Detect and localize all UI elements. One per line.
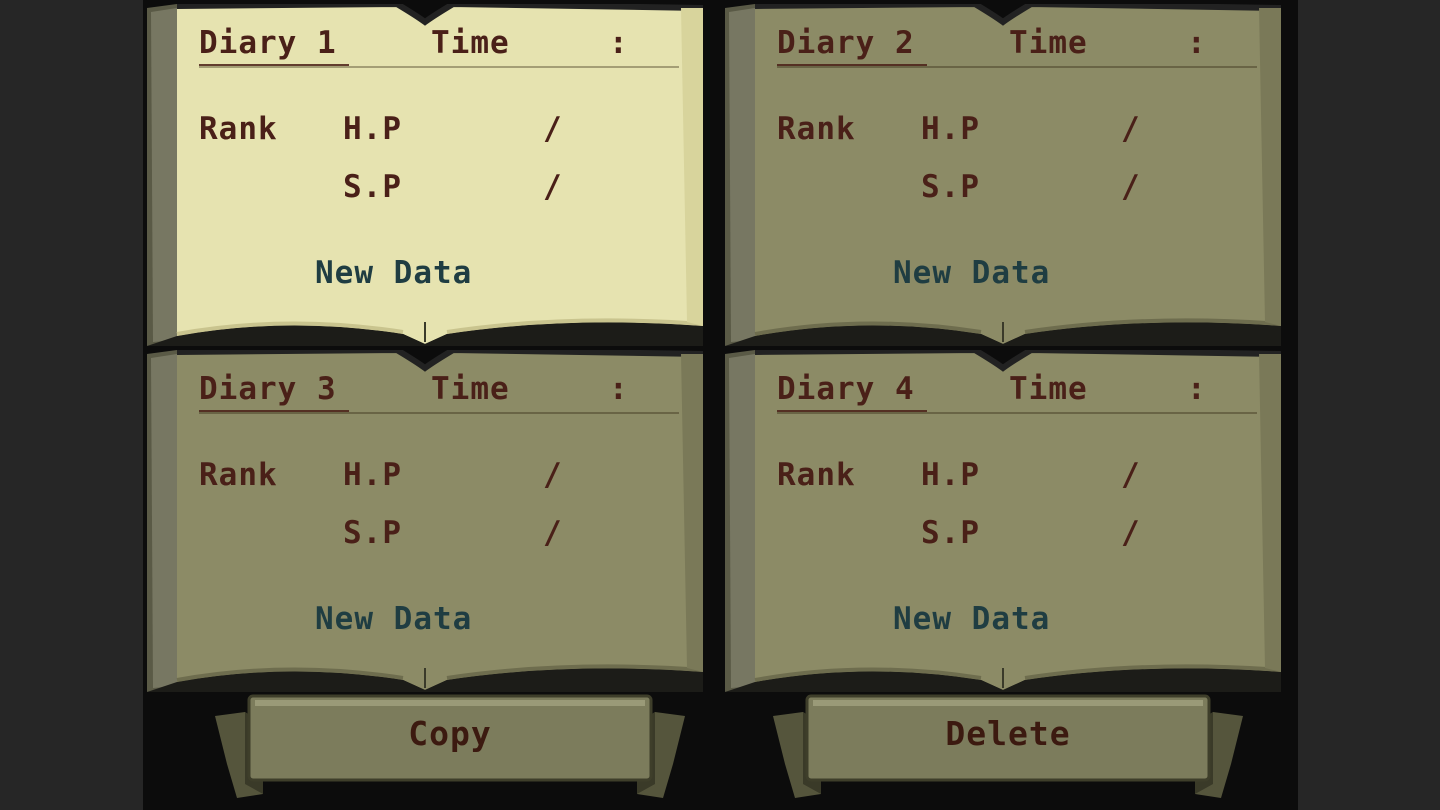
sp-label: S.P [343, 169, 402, 205]
diary-title: Diary 2 [777, 25, 915, 61]
delete-button[interactable]: Delete [773, 694, 1243, 802]
save-load-screen: Diary 1 Time: Rank H.P / S.P / New Data Diary 2… [143, 0, 1298, 810]
hp-label: H.P [343, 111, 402, 147]
hp-label: H.P [343, 457, 402, 493]
time-label: Time [1009, 371, 1088, 407]
copy-button[interactable]: Copy [215, 694, 685, 802]
header-rule [777, 412, 1257, 414]
diary-slot-4[interactable]: Diary 4 Time: Rank H.P / S.P / New Data [725, 350, 1281, 692]
rank-label: Rank [199, 111, 278, 147]
time-separator: : [1187, 371, 1207, 407]
time-separator: : [609, 371, 629, 407]
rank-label: Rank [777, 457, 856, 493]
sp-separator: / [1121, 169, 1141, 205]
diary-slot-3[interactable]: Diary 3 Time: Rank H.P / S.P / New Data [147, 350, 703, 692]
header-rule [777, 66, 1257, 68]
time-label: Time [1009, 25, 1088, 61]
sp-label: S.P [343, 515, 402, 551]
delete-button-label: Delete [945, 714, 1071, 753]
diary-slot-1[interactable]: Diary 1 Time: Rank H.P / S.P / New Data [147, 4, 703, 346]
hp-label: H.P [921, 457, 980, 493]
sp-separator: / [543, 169, 563, 205]
header-rule [199, 412, 679, 414]
sp-label: S.P [921, 169, 980, 205]
diary-title: Diary 1 [199, 25, 337, 61]
slot-status: New Data [893, 601, 1051, 637]
copy-button-label: Copy [408, 714, 492, 753]
diary-title: Diary 4 [777, 371, 915, 407]
hp-separator: / [543, 111, 563, 147]
slot-status: New Data [893, 255, 1051, 291]
time-label: Time [431, 25, 510, 61]
diary-slot-2[interactable]: Diary 2 Time: Rank H.P / S.P / New Data [725, 4, 1281, 346]
sp-separator: / [543, 515, 563, 551]
rank-label: Rank [199, 457, 278, 493]
hp-separator: / [1121, 111, 1141, 147]
time-label: Time [431, 371, 510, 407]
sp-separator: / [1121, 515, 1141, 551]
slot-status: New Data [315, 255, 473, 291]
sp-label: S.P [921, 515, 980, 551]
hp-separator: / [1121, 457, 1141, 493]
hp-separator: / [543, 457, 563, 493]
rank-label: Rank [777, 111, 856, 147]
header-rule [199, 66, 679, 68]
time-separator: : [1187, 25, 1207, 61]
slot-status: New Data [315, 601, 473, 637]
diary-title: Diary 3 [199, 371, 337, 407]
time-separator: : [609, 25, 629, 61]
hp-label: H.P [921, 111, 980, 147]
